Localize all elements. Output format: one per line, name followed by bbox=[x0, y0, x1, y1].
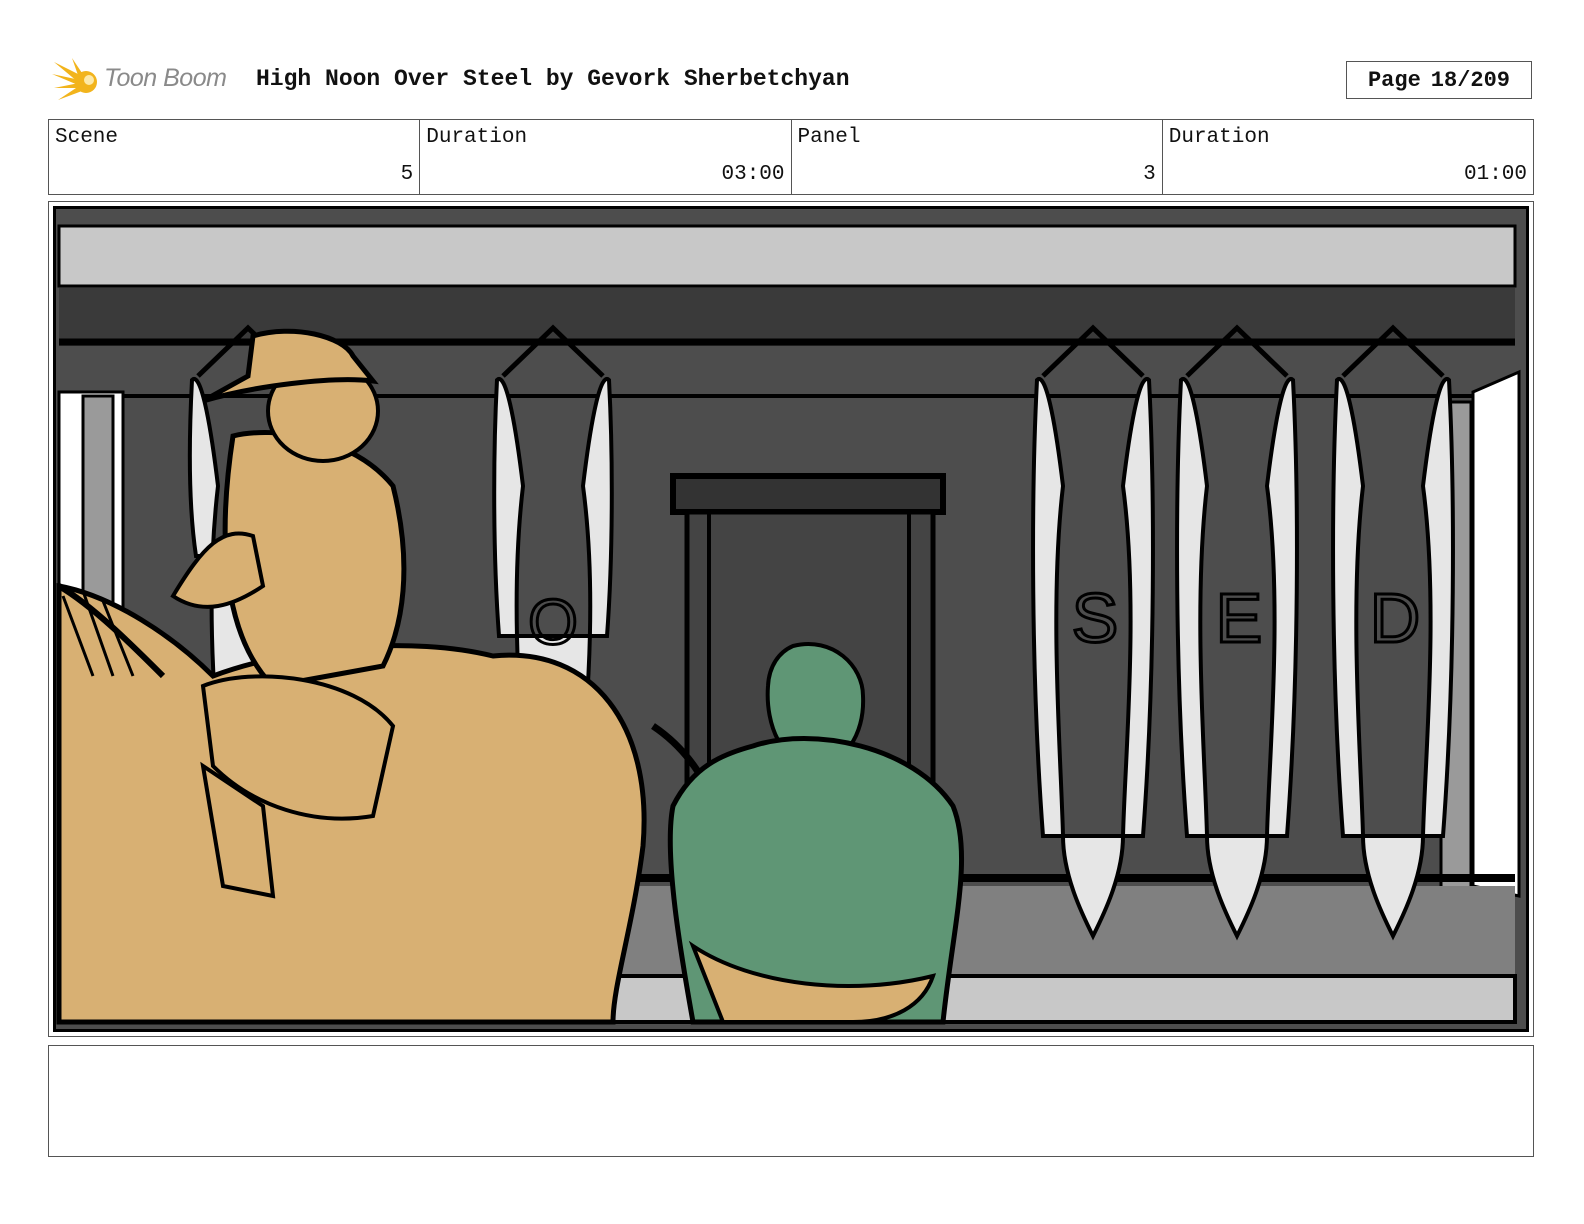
logo-wordmark: Toon Boom bbox=[104, 64, 227, 92]
scene-duration-value: 03:00 bbox=[721, 163, 785, 186]
document-title: High Noon Over Steel by Gevork Sherbetch… bbox=[256, 66, 850, 92]
panel-cell: Panel 3 bbox=[792, 120, 1163, 194]
storyboard-panel: O S E D bbox=[48, 201, 1534, 1037]
panel-notes bbox=[48, 1045, 1534, 1157]
toon-boom-logo: Toon Boom bbox=[52, 56, 242, 106]
scene-cell: Scene 5 bbox=[49, 120, 421, 194]
right-opening bbox=[1471, 369, 1521, 898]
page-header: Toon Boom High Noon Over Steel by Gevork… bbox=[52, 56, 1532, 106]
panel-duration-label: Duration bbox=[1168, 126, 1270, 149]
page-number: 18/209 bbox=[1430, 67, 1511, 93]
page-indicator: Page 18/209 bbox=[1346, 61, 1532, 99]
ceiling-band bbox=[57, 224, 1517, 288]
panel-label: Panel bbox=[797, 126, 861, 149]
carcass-letter-e: E bbox=[1216, 579, 1263, 657]
panel-duration-value: 01:00 bbox=[1463, 163, 1527, 186]
sunburst-logo-icon bbox=[52, 58, 97, 100]
scene-info-row: Scene 5 Duration 03:00 Panel 3 Duration … bbox=[48, 119, 1534, 195]
carcass-letter-o: O bbox=[528, 586, 578, 658]
panel-duration-cell: Duration 01:00 bbox=[1163, 120, 1533, 194]
carcass-letter-d: D bbox=[1370, 579, 1421, 657]
scene-duration-label: Duration bbox=[426, 126, 528, 149]
page-label: Page bbox=[1367, 67, 1421, 93]
panel-illustration: O S E D bbox=[53, 206, 1529, 1032]
door-lintel bbox=[670, 473, 946, 515]
scene-label: Scene bbox=[55, 126, 119, 149]
scene-duration-cell: Duration 03:00 bbox=[420, 120, 792, 194]
panel-value: 3 bbox=[1143, 163, 1156, 186]
carcass-letter-s: S bbox=[1072, 579, 1119, 657]
scene-value: 5 bbox=[400, 163, 414, 186]
